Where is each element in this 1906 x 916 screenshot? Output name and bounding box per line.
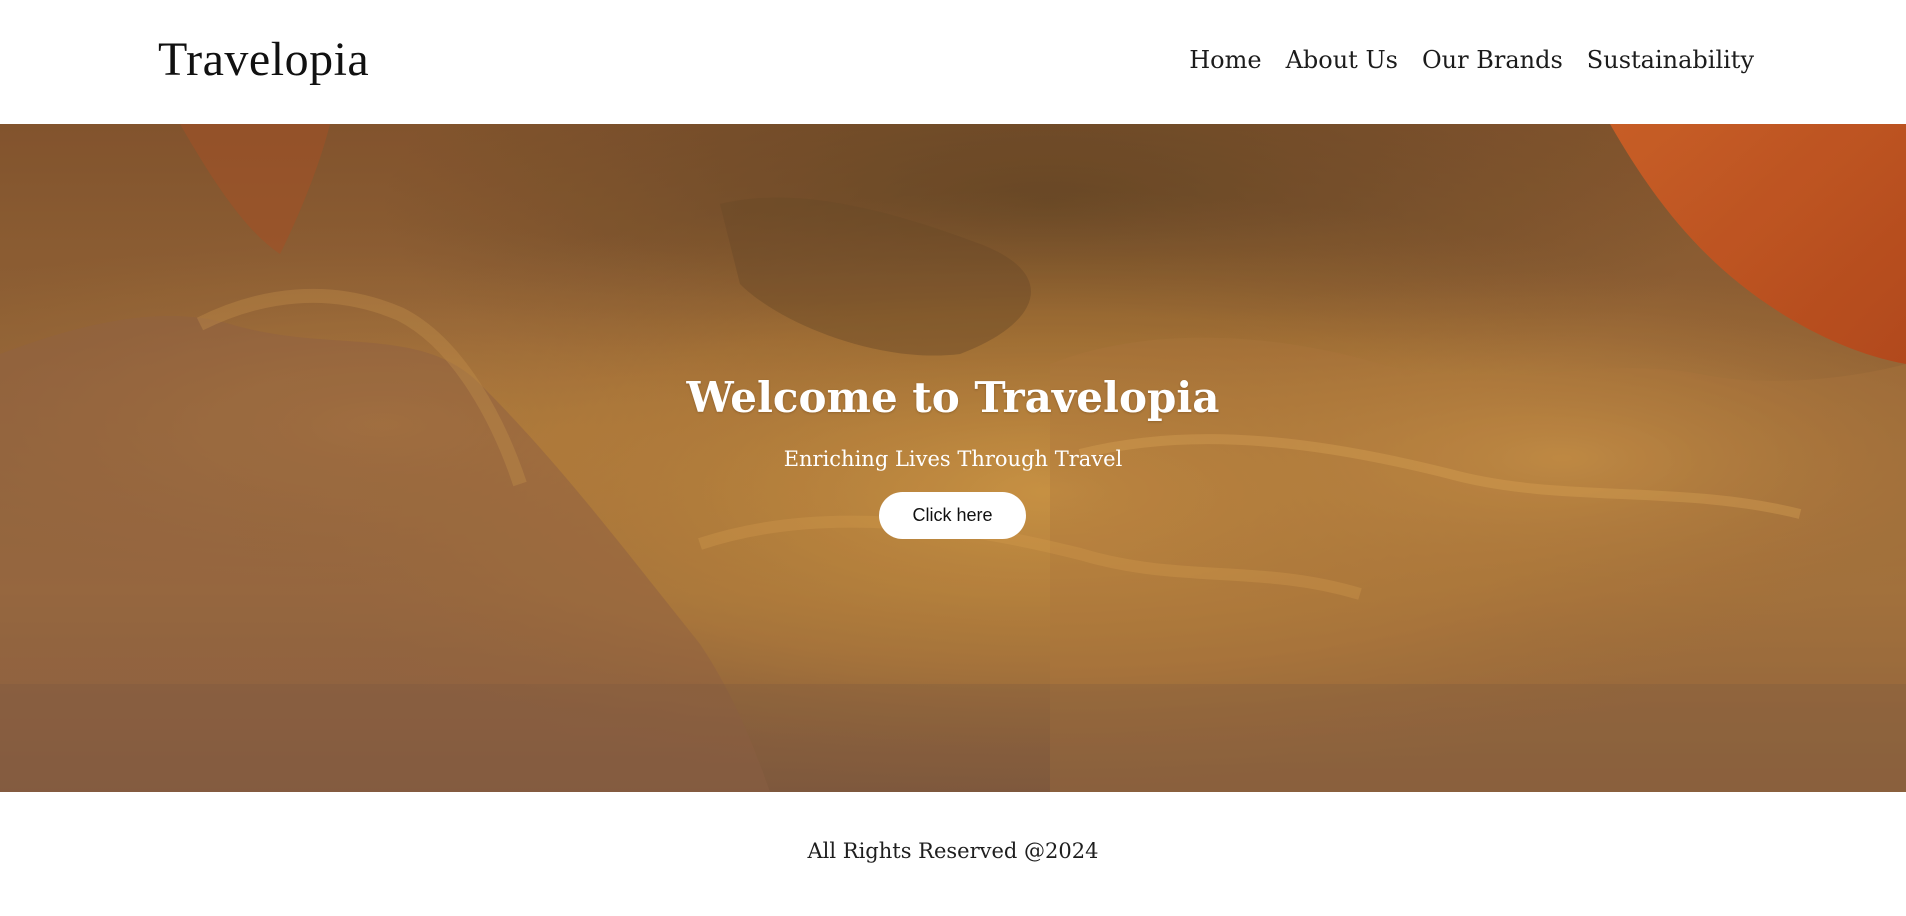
site-footer: All Rights Reserved @2024 [0, 792, 1906, 916]
hero-subtitle: Enriching Lives Through Travel [783, 447, 1123, 471]
hero-section: Welcome to Travelopia Enriching Lives Th… [0, 124, 1906, 792]
nav-link-about-us[interactable]: About Us [1286, 42, 1398, 78]
main-nav: Home About Us Our Brands Sustainability [1189, 42, 1754, 78]
hero-title: Welcome to Travelopia [686, 373, 1220, 422]
footer-copyright: All Rights Reserved @2024 [807, 839, 1099, 863]
nav-link-sustainability[interactable]: Sustainability [1587, 42, 1754, 78]
logo[interactable]: Travelopia [158, 30, 369, 90]
nav-link-our-brands[interactable]: Our Brands [1422, 42, 1563, 78]
nav-link-home[interactable]: Home [1189, 42, 1261, 78]
site-header: Travelopia Home About Us Our Brands Sust… [0, 0, 1906, 124]
click-here-button[interactable]: Click here [879, 492, 1026, 539]
